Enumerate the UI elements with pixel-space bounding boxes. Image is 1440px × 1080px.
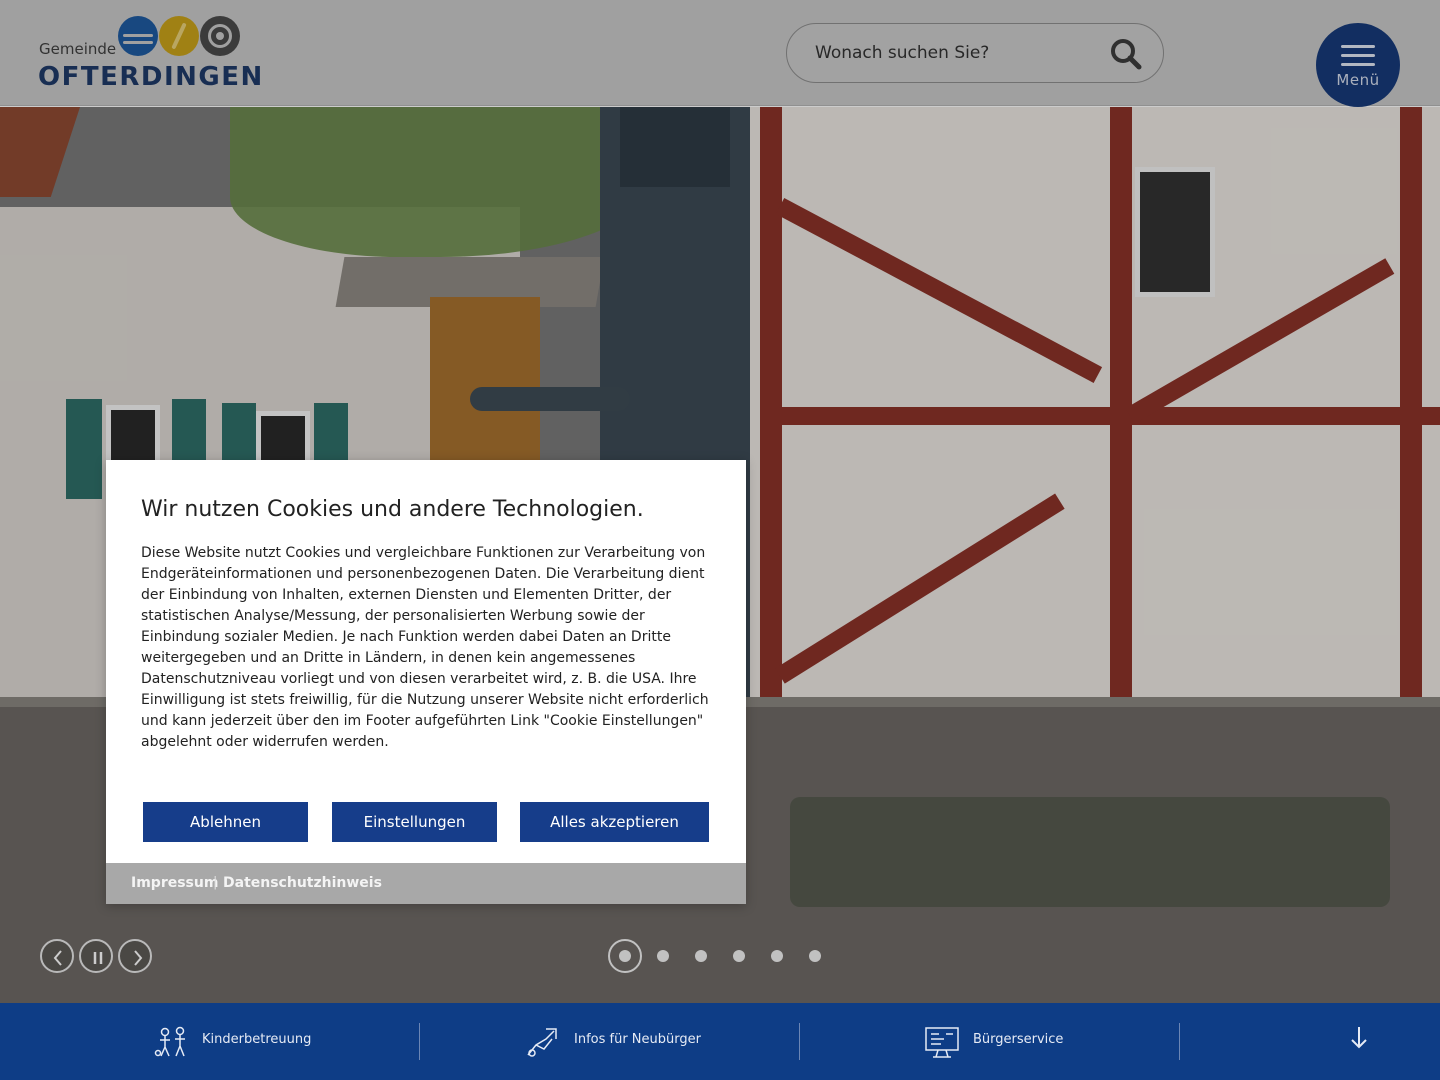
- quicklink-label: Kinderbetreuung: [202, 1032, 312, 1047]
- privacy-link[interactable]: Datenschutzhinweis: [223, 875, 382, 891]
- decline-button[interactable]: Ablehnen: [143, 802, 308, 842]
- computer-icon: [925, 1027, 959, 1058]
- handshake-icon: [527, 1028, 557, 1057]
- settings-button[interactable]: Einstellungen: [332, 802, 497, 842]
- cookie-footer: Impressum | Datenschutzhinweis: [106, 863, 746, 904]
- quicklink-neubuerger[interactable]: Infos für Neubürger: [524, 1003, 784, 1080]
- quicklink-label: Bürgerservice: [973, 1032, 1064, 1047]
- quicklink-kinderbetreuung[interactable]: Kinderbetreuung: [150, 1003, 410, 1080]
- children-icon: [154, 1026, 185, 1057]
- cookie-dialog: Wir nutzen Cookies und andere Technologi…: [106, 460, 746, 904]
- quicklinks-bar: Kinderbetreuung Infos für Neubürger Bürg…: [0, 1003, 1440, 1080]
- imprint-link[interactable]: Impressum: [131, 875, 218, 891]
- cookie-description: Diese Website nutzt Cookies und vergleic…: [141, 545, 709, 750]
- accept-all-button[interactable]: Alles akzeptieren: [520, 802, 709, 842]
- arrow-down-icon[interactable]: [1348, 1025, 1370, 1051]
- quicklink-buergerservice[interactable]: Bürgerservice: [922, 1003, 1182, 1080]
- footer-separator: |: [213, 875, 218, 890]
- cookie-title: Wir nutzen Cookies und andere Technologi…: [141, 497, 644, 522]
- quicklink-label: Infos für Neubürger: [574, 1032, 701, 1047]
